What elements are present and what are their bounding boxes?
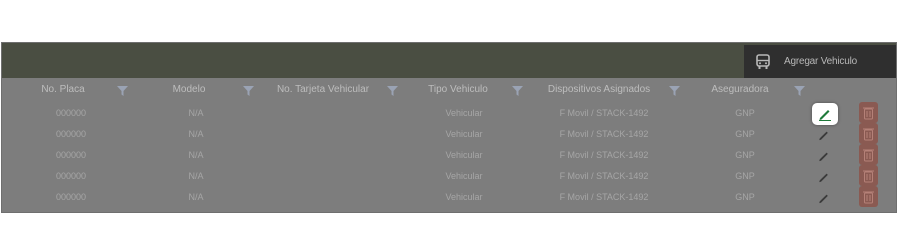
cell-dispositivos: F Movil / STACK-1492: [559, 108, 649, 118]
cell-modelo: N/A: [188, 150, 204, 160]
cell-tipo: Vehicular: [445, 108, 483, 118]
column-header-tipo: Tipo Vehiculo: [428, 84, 488, 95]
table-row: 000000 N/A Vehicular F Movil / STACK-149…: [2, 144, 896, 167]
trash-icon: [863, 107, 874, 119]
pencil-icon: [819, 110, 831, 121]
filter-icon[interactable]: [512, 86, 523, 96]
column-header-dispositivos: Dispositivos Asignados: [547, 84, 651, 95]
edit-button[interactable]: [815, 189, 833, 207]
trash-icon: [863, 128, 874, 140]
column-header-tarjeta: No. Tarjeta Vehicular: [276, 84, 370, 95]
trash-icon: [863, 170, 874, 182]
pencil-icon: [819, 173, 828, 183]
column-header-aseguradora: Aseguradora: [711, 84, 769, 95]
table-row: 000000 N/A Vehicular F Movil / STACK-149…: [2, 165, 896, 188]
pencil-icon: [819, 131, 828, 141]
bus-icon: [756, 53, 770, 69]
filter-icon[interactable]: [117, 86, 128, 96]
pencil-icon: [819, 152, 828, 162]
cell-aseguradora: GNP: [735, 129, 755, 139]
delete-button[interactable]: [859, 186, 878, 207]
cell-dispositivos: F Movil / STACK-1492: [559, 150, 649, 160]
delete-button[interactable]: [859, 165, 878, 186]
table-row: 000000 N/A Vehicular F Movil / STACK-149…: [2, 123, 896, 146]
add-vehicle-label: Agregar Vehiculo: [784, 56, 857, 67]
cell-aseguradora: GNP: [735, 150, 755, 160]
cell-dispositivos: F Movil / STACK-1492: [559, 171, 649, 181]
add-vehicle-button[interactable]: Agregar Vehiculo: [744, 45, 896, 78]
edit-button[interactable]: [815, 168, 833, 186]
filter-icon[interactable]: [669, 86, 680, 96]
pencil-icon: [819, 194, 828, 204]
cell-tipo: Vehicular: [445, 150, 483, 160]
filter-icon[interactable]: [387, 86, 398, 96]
cell-modelo: N/A: [188, 108, 204, 118]
cell-tipo: Vehicular: [445, 192, 483, 202]
cell-placa: 000000: [55, 192, 87, 202]
cell-dispositivos: F Movil / STACK-1492: [559, 192, 649, 202]
cell-aseguradora: GNP: [735, 108, 755, 118]
table-row: 000000 N/A Vehicular F Movil / STACK-149…: [2, 102, 896, 125]
cell-modelo: N/A: [188, 192, 204, 202]
toolbar: Agregar Vehiculo: [2, 43, 896, 78]
cell-aseguradora: GNP: [735, 192, 755, 202]
vehicles-panel: Agregar Vehiculo No. Placa Modelo No. Ta…: [1, 42, 897, 213]
cell-dispositivos: F Movil / STACK-1492: [559, 129, 649, 139]
cell-placa: 000000: [55, 108, 87, 118]
delete-button[interactable]: [859, 123, 878, 144]
cell-aseguradora: GNP: [735, 171, 755, 181]
filter-icon[interactable]: [243, 86, 254, 96]
cell-tipo: Vehicular: [445, 171, 483, 181]
cell-placa: 000000: [55, 129, 87, 139]
delete-button[interactable]: [859, 102, 878, 123]
filter-icon[interactable]: [794, 86, 805, 96]
table-header: No. Placa Modelo No. Tarjeta Vehicular T…: [2, 81, 896, 99]
edit-button[interactable]: [815, 147, 833, 165]
edit-button[interactable]: [812, 103, 838, 125]
cell-placa: 000000: [55, 150, 87, 160]
cell-modelo: N/A: [188, 129, 204, 139]
cell-placa: 000000: [55, 171, 87, 181]
delete-button[interactable]: [859, 144, 878, 165]
cell-modelo: N/A: [188, 171, 204, 181]
column-header-placa: No. Placa: [41, 84, 85, 95]
cell-tipo: Vehicular: [445, 129, 483, 139]
trash-icon: [863, 149, 874, 161]
edit-button[interactable]: [815, 126, 833, 144]
column-header-modelo: Modelo: [172, 84, 206, 95]
trash-icon: [863, 191, 874, 203]
table-row: 000000 N/A Vehicular F Movil / STACK-149…: [2, 186, 896, 209]
